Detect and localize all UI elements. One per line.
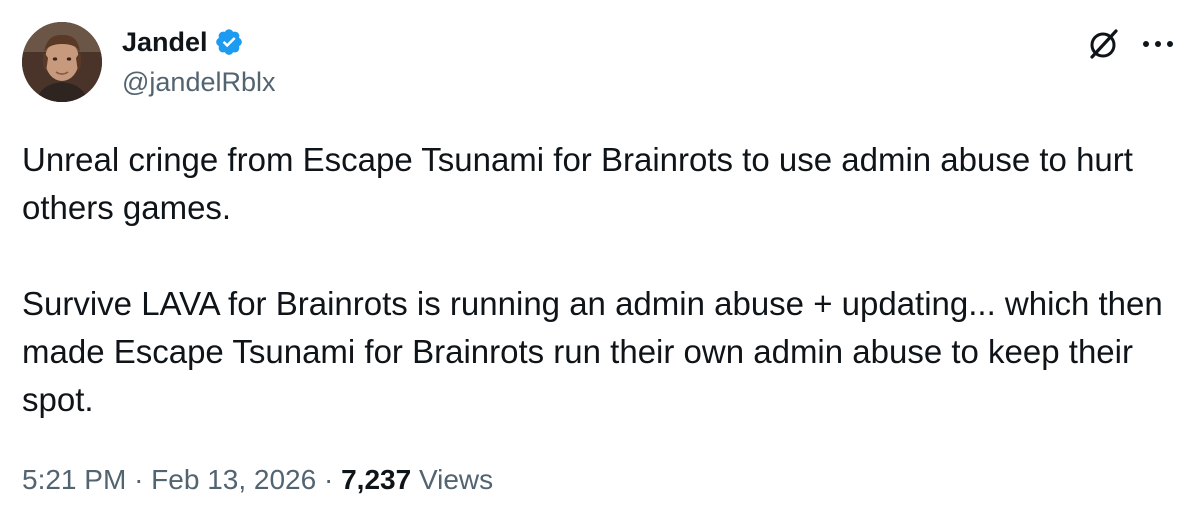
verified-badge-icon[interactable] (214, 27, 244, 57)
avatar[interactable] (22, 22, 102, 102)
tweet-date[interactable]: Feb 13, 2026 (151, 464, 316, 495)
tweet-paragraph: Unreal cringe from Escape Tsunami for Br… (22, 141, 1133, 226)
tweet-time[interactable]: 5:21 PM (22, 464, 126, 495)
author-name-row: Jandel (122, 22, 244, 62)
author-handle[interactable]: @jandelRblx (122, 64, 275, 100)
tweet-paragraph: Survive LAVA for Brainrots is running an… (22, 285, 1163, 418)
grok-icon[interactable] (1086, 26, 1122, 62)
views-count[interactable]: 7,237 (341, 464, 411, 495)
meta-separator: · (323, 464, 334, 495)
more-options-icon[interactable] (1138, 26, 1178, 62)
tweet-card: Jandel @jandelRblx Unreal cringe from Es… (0, 0, 1200, 520)
views-label[interactable]: Views (419, 464, 493, 495)
tweet-text: Unreal cringe from Escape Tsunami for Br… (22, 136, 1182, 424)
meta-separator: · (134, 464, 144, 495)
author-display-name[interactable]: Jandel (122, 22, 208, 62)
tweet-metadata: 5:21 PM · Feb 13, 2026 · 7,237 Views (22, 460, 493, 500)
avatar-photo (22, 22, 102, 102)
